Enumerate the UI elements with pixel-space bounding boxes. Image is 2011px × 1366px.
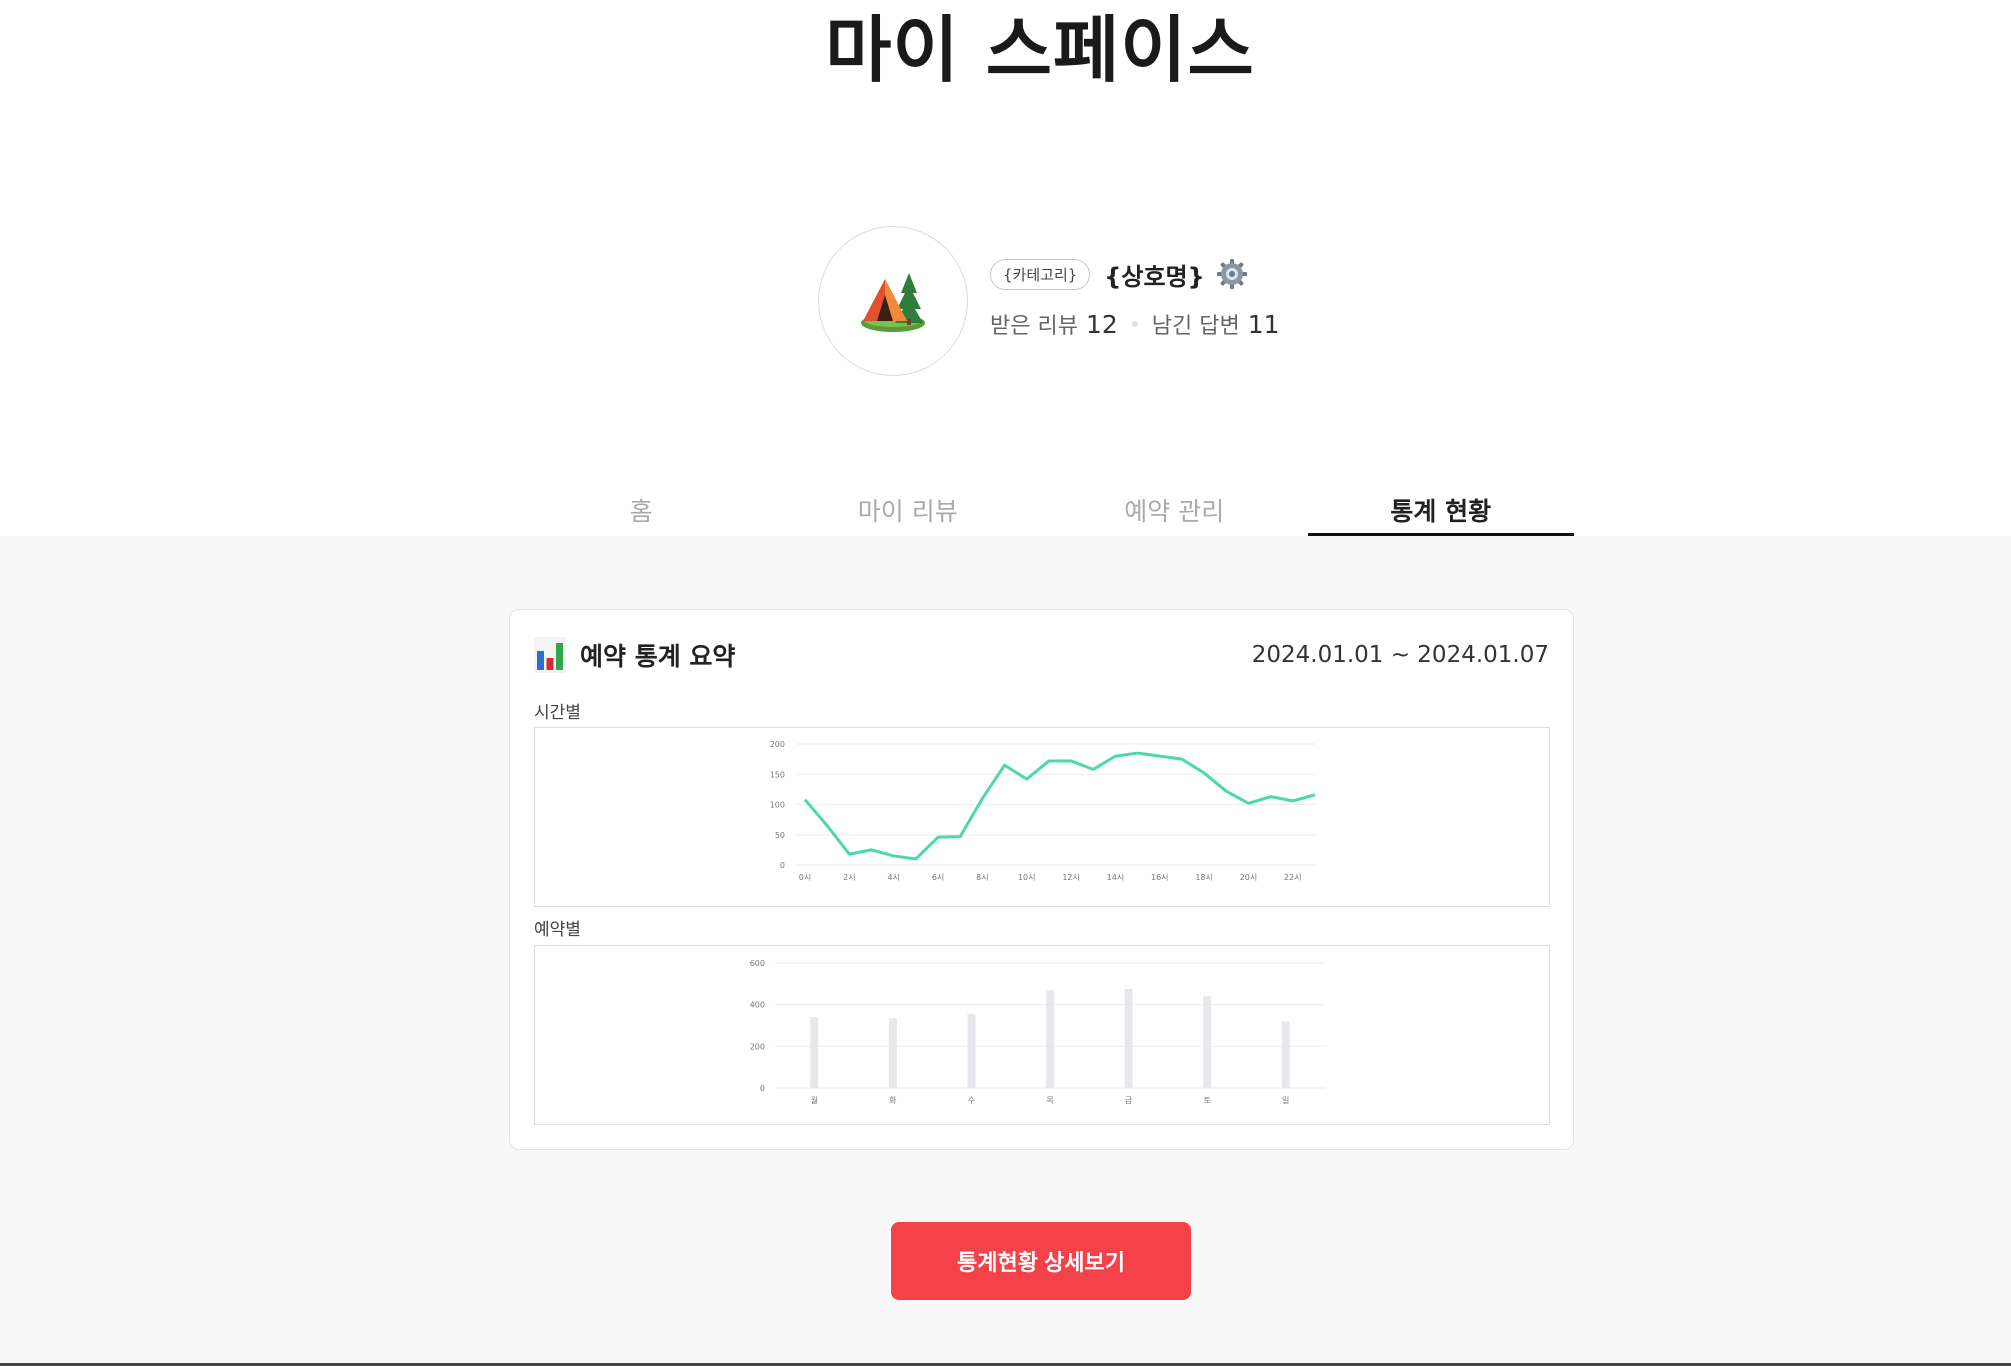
x-tick-label: 12시 [1062, 873, 1080, 882]
x-tick-label: 토 [1203, 1096, 1210, 1105]
tab-statistics[interactable]: 통계 현황 [1307, 490, 1574, 536]
tab-bar: 홈 마이 리뷰 예약 관리 통계 현황 [508, 490, 1574, 536]
category-chip: {카테고리} [990, 258, 1091, 290]
x-tick-label: 0시 [799, 873, 811, 882]
reviews-label: 받은 리뷰 [990, 314, 1078, 339]
x-tick-label: 16시 [1151, 873, 1169, 882]
x-tick-label: 수 [968, 1096, 975, 1105]
profile-section: {카테고리} {상호명} 받은 리뷰 12 남긴 답변 11 [818, 226, 1618, 378]
x-tick-label: 20시 [1240, 873, 1258, 882]
x-tick-label: 6시 [932, 873, 944, 882]
y-tick-label: 0 [780, 861, 785, 870]
bar-chart-icon [534, 637, 566, 673]
profile-info: {카테고리} {상호명} 받은 리뷰 12 남긴 답변 11 [990, 254, 1590, 340]
answers-label: 남긴 답변 [1151, 314, 1240, 339]
x-tick-label: 18시 [1195, 873, 1213, 882]
booking-label: 예약별 [534, 920, 581, 940]
camping-tent-icon [861, 273, 925, 332]
bar [1281, 1021, 1290, 1088]
y-tick-label: 600 [750, 959, 765, 968]
y-tick-label: 400 [750, 1001, 765, 1010]
series-line [803, 751, 1316, 861]
gear-icon[interactable] [1215, 257, 1249, 291]
hourly-line-chart: 0 50 100 150 200 0시 2시 4시 6시 8시 10시 12시 14시 16시 18시 20시… [770, 740, 1316, 882]
tab-reservation[interactable]: 예약 관리 [1041, 490, 1308, 536]
x-tick-label: 10시 [1018, 873, 1036, 882]
x-tick-label: 4시 [887, 873, 899, 882]
date-range: 2024.01.01 ~ 2024.01.07 [1251, 642, 1549, 668]
answers-count: 11 [1247, 309, 1280, 339]
x-tick-label: 화 [889, 1096, 897, 1105]
hourly-chart-box: 0 50 100 150 200 0시 2시 4시 6시 8시 10시 12시 14시 16시 18시 20시… [534, 727, 1550, 907]
bar [810, 1017, 819, 1088]
avatar [818, 226, 968, 376]
tab-my-review[interactable]: 마이 리뷰 [775, 490, 1042, 536]
bar [888, 1018, 897, 1088]
y-tick-label: 200 [750, 1042, 765, 1051]
store-name: {상호명} [1104, 262, 1205, 291]
bar [967, 1014, 976, 1088]
y-tick-label: 100 [770, 801, 785, 810]
bar [1046, 990, 1054, 1088]
x-tick-label: 일 [1282, 1096, 1289, 1105]
statistics-summary-card: 예약 통계 요약 2024.01.01 ~ 2024.01.07 시간별 0 50… [509, 609, 1574, 1150]
x-tick-label: 22시 [1284, 873, 1302, 882]
bar [1203, 996, 1212, 1088]
card-title: 예약 통계 요약 [580, 642, 736, 671]
bar [1124, 989, 1133, 1088]
y-tick-label: 50 [775, 831, 785, 840]
page: 마이 스페이스 {카테고리} {상호명} 받은 리뷰 12 남긴 답변 11 홈… [0, 0, 2011, 1366]
x-tick-label: 2시 [843, 873, 855, 882]
x-tick-label: 목 [1046, 1096, 1053, 1105]
x-tick-label: 14시 [1107, 873, 1125, 882]
reviews-count: 12 [1085, 309, 1118, 339]
page-title: 마이 스페이스 [825, 8, 1255, 92]
y-tick-label: 200 [770, 740, 785, 749]
hourly-label: 시간별 [534, 703, 581, 723]
separator-dot [1131, 321, 1138, 327]
booking-bar-chart: 0 200 400 600 월 화 수 목 금 토 일 [750, 959, 1325, 1105]
y-tick-label: 0 [760, 1084, 765, 1093]
booking-chart-box: 0 200 400 600 월 화 수 목 금 토 일 [534, 945, 1550, 1125]
x-tick-label: 8시 [976, 873, 988, 882]
y-tick-label: 150 [770, 770, 785, 779]
statistics-detail-button[interactable]: 통계현황 상세보기 [891, 1222, 1191, 1300]
tab-home[interactable]: 홈 [508, 490, 775, 536]
card-header: 예약 통계 요약 2024.01.01 ~ 2024.01.07 [534, 634, 1549, 676]
x-tick-label: 금 [1125, 1096, 1132, 1105]
x-tick-label: 월 [811, 1095, 818, 1105]
